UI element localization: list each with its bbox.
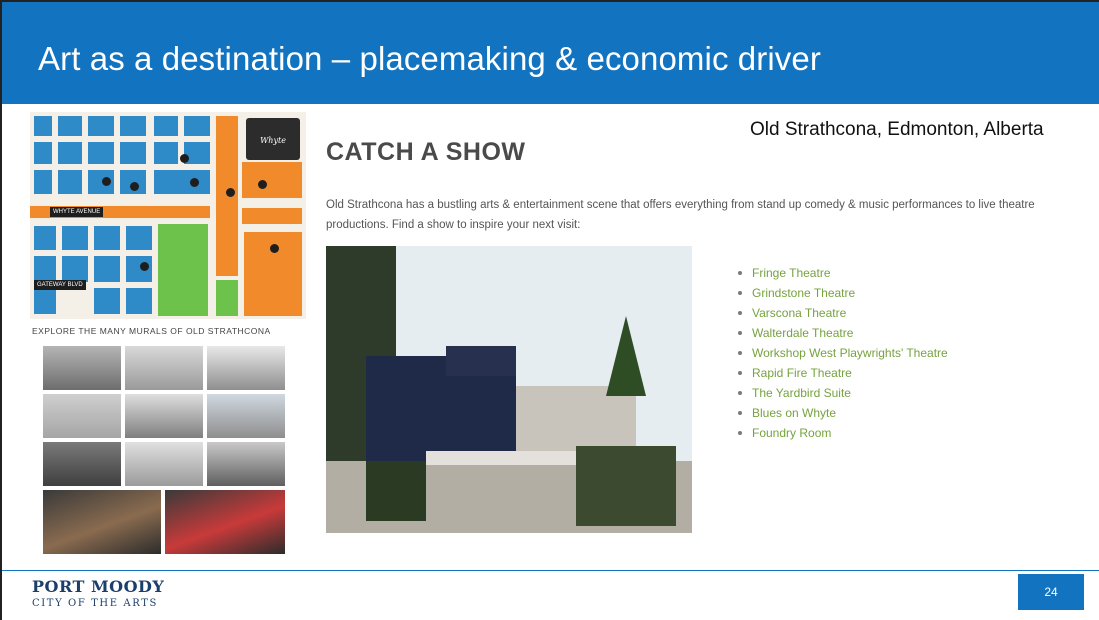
list-item: Rapid Fire Theatre	[738, 363, 948, 383]
list-item: Varscona Theatre	[738, 303, 948, 323]
slide-title: Art as a destination – placemaking & eco…	[38, 40, 821, 77]
mural-photo	[42, 489, 162, 555]
mural-map: Whyte WHYTE AVENUE GATEWAY BLVD	[30, 112, 306, 319]
list-item: The Yardbird Suite	[738, 383, 948, 403]
mural-photo	[164, 489, 286, 555]
mural-photo	[42, 345, 122, 391]
street-label: WHYTE AVENUE	[50, 207, 104, 217]
badge-text: Whyte	[260, 136, 286, 145]
footer-divider	[2, 570, 1099, 571]
title-bar: Art as a destination – placemaking & eco…	[2, 2, 1099, 104]
patio-photo	[326, 246, 692, 533]
section-description: Old Strathcona has a bustling arts & ent…	[326, 199, 1035, 231]
mural-photo	[206, 441, 286, 487]
mural-photo-grid	[42, 345, 286, 555]
mural-photo	[42, 393, 122, 439]
list-item: Workshop West Playwrights' Theatre	[738, 343, 948, 363]
venue-list: Fringe Theatre Grindstone Theatre Varsco…	[738, 263, 948, 443]
list-item: Foundry Room	[738, 423, 948, 443]
page-number: 24	[1018, 574, 1084, 610]
mural-photo	[42, 441, 122, 487]
list-item: Blues on Whyte	[738, 403, 948, 423]
mural-photo	[124, 345, 204, 391]
list-item: Grindstone Theatre	[738, 283, 948, 303]
street-label: GATEWAY BLVD	[34, 280, 86, 290]
section-heading: CATCH A SHOW	[326, 138, 526, 166]
patio-scene-image	[326, 246, 692, 533]
logo-title: PORT MOODY	[32, 577, 165, 596]
mural-photo	[124, 393, 204, 439]
location-label: Old Strathcona, Edmonton, Alberta	[750, 119, 1044, 140]
slide: Art as a destination – placemaking & eco…	[0, 0, 1099, 620]
mural-photo	[206, 393, 286, 439]
logo-subtitle: CITY OF THE ARTS	[32, 598, 158, 609]
list-item: Fringe Theatre	[738, 263, 948, 283]
mural-photo	[206, 345, 286, 391]
whyte-badge: Whyte	[246, 118, 300, 160]
mural-photo	[124, 441, 204, 487]
list-item: Walterdale Theatre	[738, 323, 948, 343]
map-caption: EXPLORE THE MANY MURALS OF OLD STRATHCON…	[32, 326, 271, 336]
